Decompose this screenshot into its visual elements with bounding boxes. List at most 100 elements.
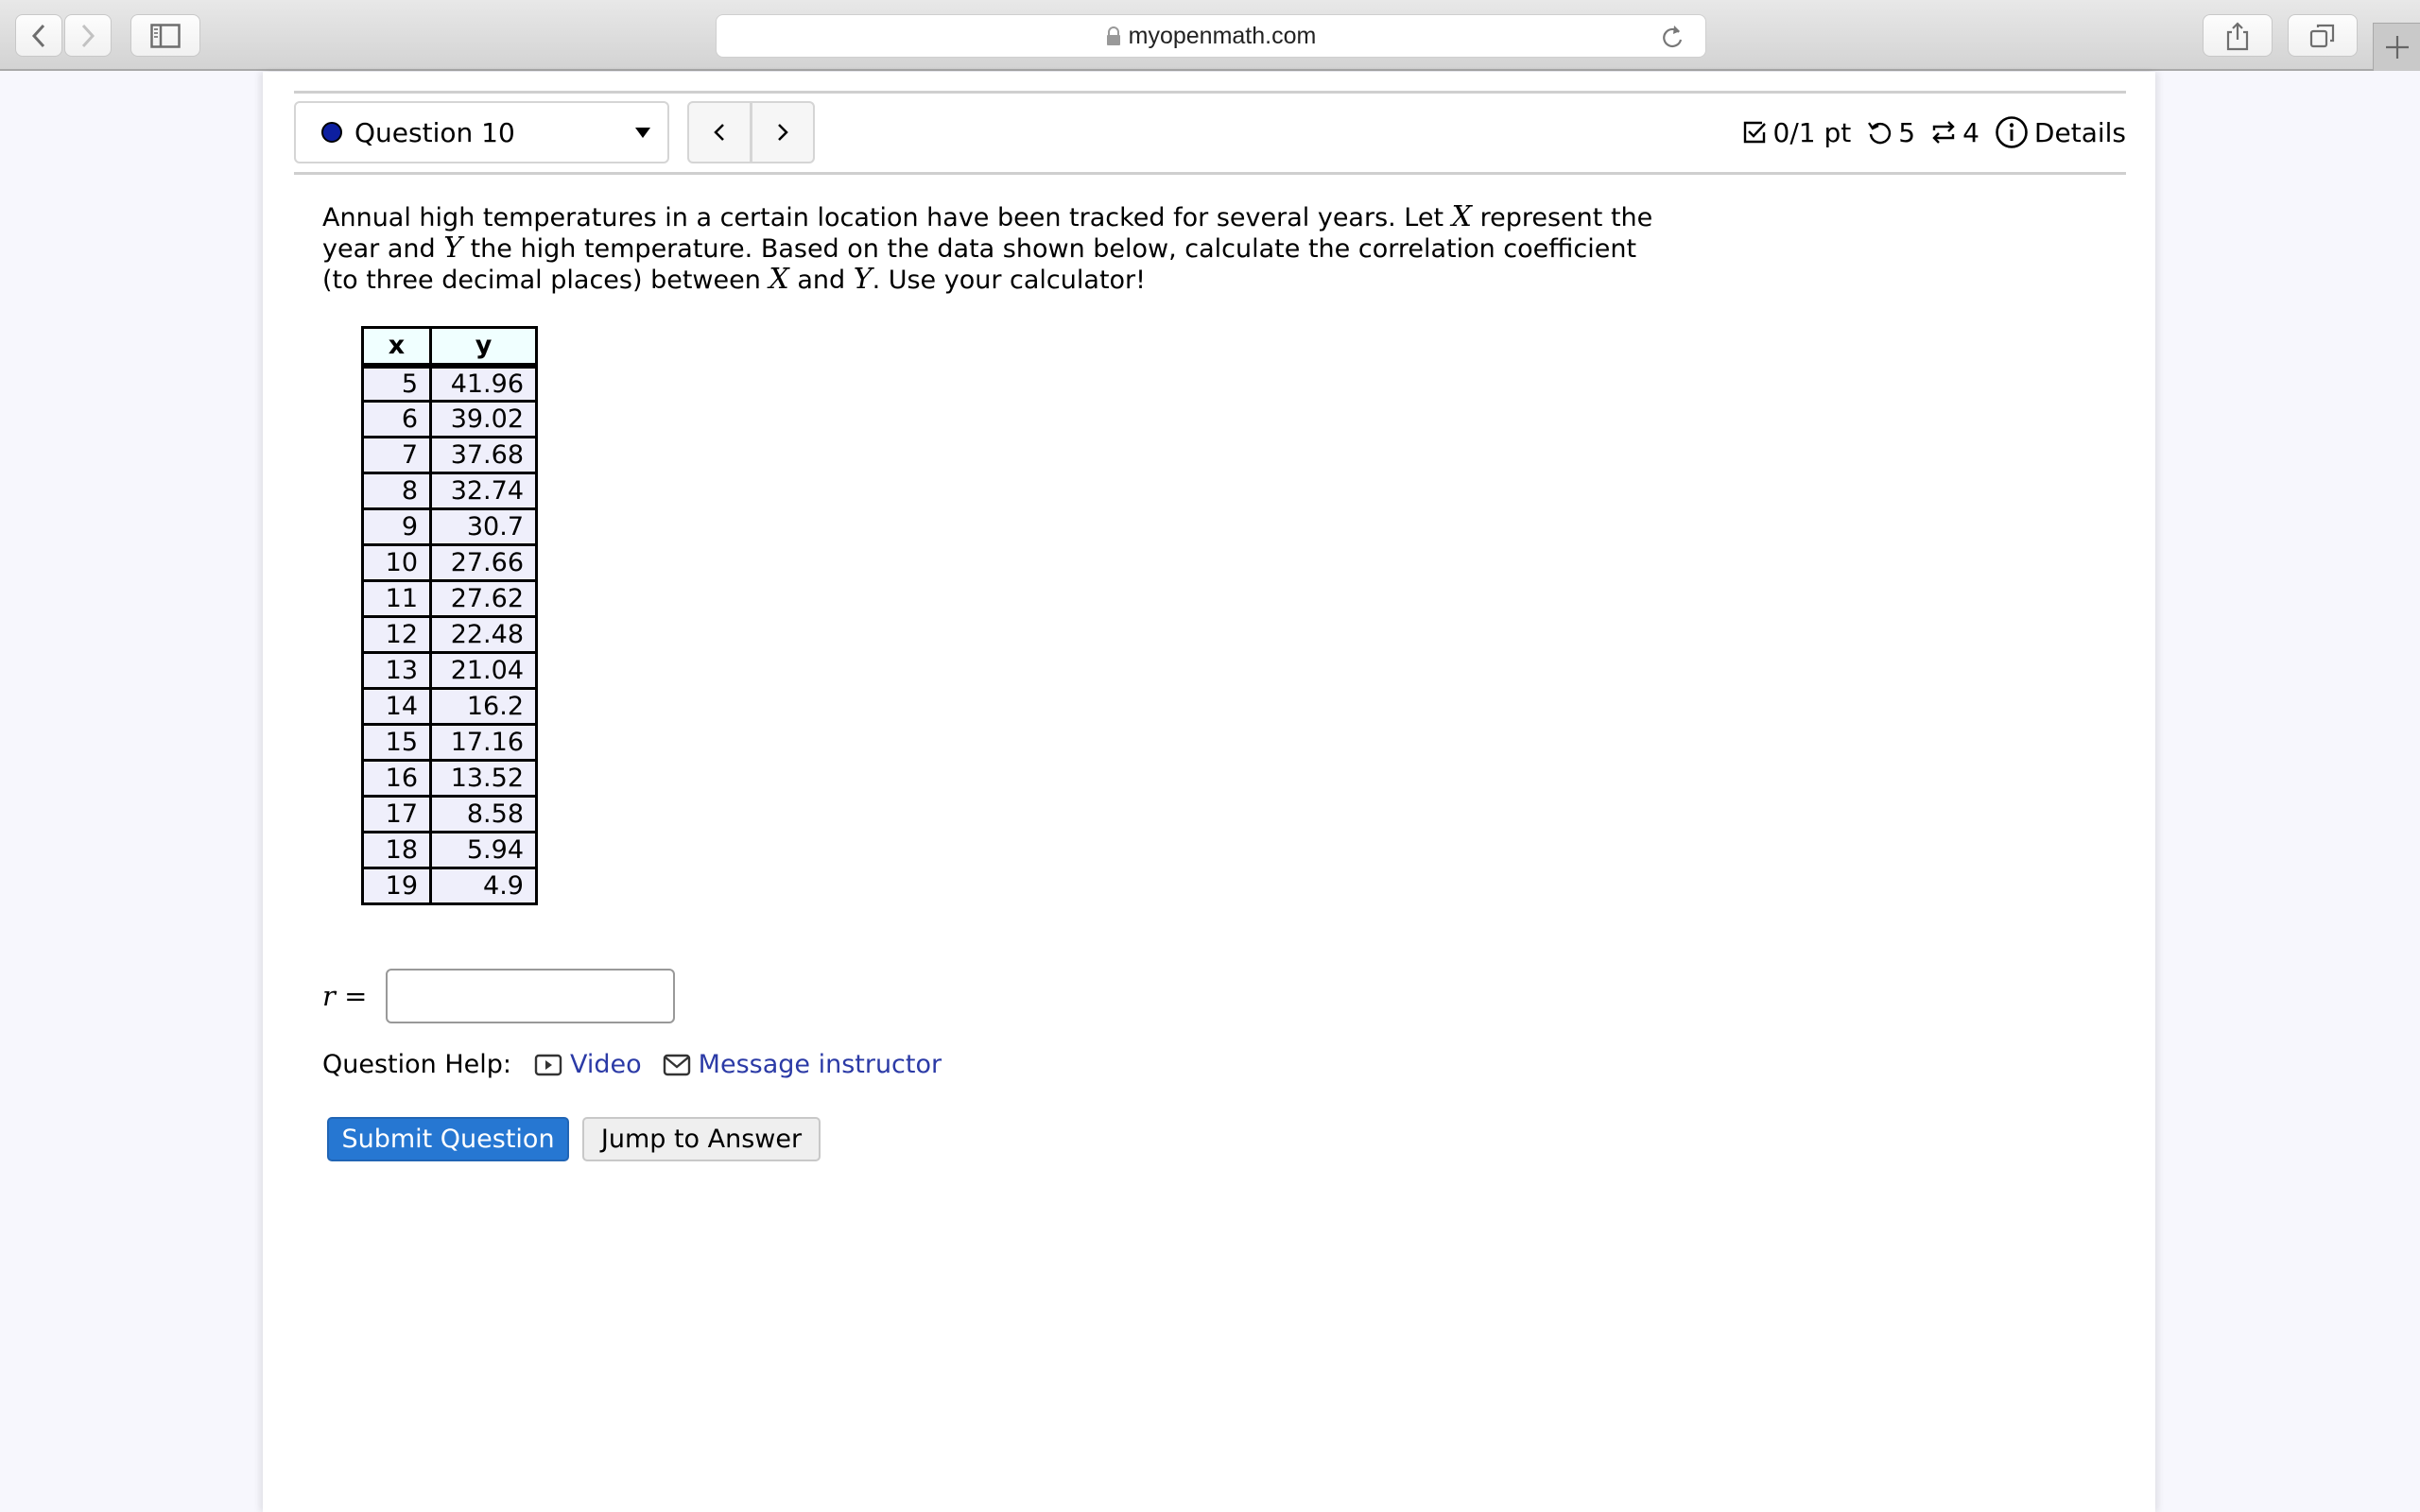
table-row: 18 5.94 [361, 831, 538, 869]
cell-y: 8.58 [429, 795, 538, 833]
cell-y: 21.04 [429, 651, 538, 690]
cell-y: 30.7 [429, 507, 538, 546]
checkbox-icon [1743, 121, 1766, 144]
score-indicator: 0/1 pt [1741, 116, 1852, 148]
cell-x: 14 [361, 687, 432, 726]
answer-label: r = [322, 980, 367, 1012]
question-select[interactable]: Question 10 [294, 101, 669, 163]
question-prompt: Annual high temperatures in a certain lo… [322, 202, 1665, 296]
question-status-dot [321, 122, 342, 143]
sidebar-icon [150, 23, 181, 48]
table-header-row: x y [361, 326, 538, 369]
back-icon [31, 24, 45, 47]
table-row: 16 13.52 [361, 759, 538, 798]
details-label: Details [2033, 116, 2126, 148]
cell-x: 18 [361, 831, 432, 869]
regenerate-icon [1932, 121, 1955, 144]
cell-x: 16 [361, 759, 432, 798]
table-row: 5 41.96 [361, 364, 538, 403]
math-variable: X [769, 263, 789, 296]
table-row: 7 37.68 [361, 436, 538, 474]
mail-icon [663, 1054, 690, 1075]
forward-button[interactable] [64, 14, 112, 57]
question-nav [687, 101, 815, 163]
table-row: 17 8.58 [361, 795, 538, 833]
question-help-label: Question Help: [322, 1050, 511, 1079]
cell-y: 22.48 [429, 615, 538, 654]
cell-y: 4.9 [429, 867, 538, 905]
reload-button[interactable] [1660, 23, 1685, 58]
reload-icon [1663, 26, 1683, 48]
details-button[interactable]: Details [1995, 115, 2126, 149]
retry-icon [1868, 122, 1892, 145]
cell-x: 12 [361, 615, 432, 654]
info-icon [1996, 116, 2028, 148]
math-variable: Y [443, 232, 463, 265]
table-row: 19 4.9 [361, 867, 538, 905]
jump-to-answer-button[interactable]: Jump to Answer [582, 1117, 821, 1161]
cell-y: 17.16 [429, 723, 538, 762]
prompt-text: and [788, 266, 854, 295]
address-bar[interactable]: myopenmath.com [716, 14, 1706, 58]
cell-x: 15 [361, 723, 432, 762]
column-header-y: y [429, 326, 538, 369]
cell-x: 8 [361, 472, 432, 510]
equals-sign: = [344, 980, 368, 1012]
new-tab-icon [2385, 36, 2409, 59]
cell-x: 13 [361, 651, 432, 690]
browser-toolbar: myopenmath.com [0, 0, 2420, 71]
cell-y: 5.94 [429, 831, 538, 869]
cell-y: 37.68 [429, 436, 538, 474]
cell-y: 13.52 [429, 759, 538, 798]
table-row: 10 27.66 [361, 543, 538, 582]
video-link[interactable]: Video [534, 1050, 642, 1079]
answer-variable: r [322, 980, 336, 1012]
cell-x: 19 [361, 867, 432, 905]
cell-y: 39.02 [429, 400, 538, 438]
retries-count: 5 [1898, 116, 1916, 148]
top-divider [294, 91, 2126, 94]
answer-input[interactable] [386, 969, 676, 1023]
cell-x: 7 [361, 436, 432, 474]
table-row: 15 17.16 [361, 723, 538, 762]
question-select-label: Question 10 [354, 116, 515, 148]
question-help: Question Help: Video Message instructor [322, 1050, 962, 1079]
math-variable: Y [853, 263, 873, 296]
sidebar-button[interactable] [130, 14, 200, 57]
next-question-button[interactable] [750, 103, 813, 162]
table-row: 8 32.74 [361, 472, 538, 510]
lock-icon [1106, 26, 1120, 45]
prev-question-button[interactable] [689, 103, 750, 162]
cell-x: 10 [361, 543, 432, 582]
share-button[interactable] [2203, 14, 2273, 57]
answer-row: r = [322, 969, 676, 1023]
cell-y: 32.74 [429, 472, 538, 510]
data-table: x y 5 41.96 6 39.02 7 37.68 8 32.74 9 30.7 10 27.66… [361, 326, 538, 905]
submit-question-button[interactable]: Submit Question [327, 1117, 569, 1161]
prompt-text: Annual high temperatures in a certain lo… [322, 203, 1452, 232]
header-divider [294, 172, 2126, 175]
table-row: 6 39.02 [361, 400, 538, 438]
message-instructor-link[interactable]: Message instructor [663, 1050, 942, 1079]
message-instructor-label: Message instructor [698, 1050, 942, 1079]
tabs-icon [2309, 24, 2335, 47]
new-tab-button[interactable] [2373, 23, 2420, 71]
cell-y: 16.2 [429, 687, 538, 726]
video-link-label: Video [570, 1050, 642, 1079]
chevron-right-icon [778, 124, 788, 141]
question-meta: 0/1 pt 5 4 Details [1726, 115, 2126, 149]
cell-y: 27.66 [429, 543, 538, 582]
table-row: 13 21.04 [361, 651, 538, 690]
cell-x: 5 [361, 364, 432, 403]
column-header-x: x [361, 326, 432, 369]
chevron-left-icon [714, 124, 724, 141]
cell-y: 27.62 [429, 579, 538, 618]
retries-indicator: 5 [1866, 117, 1915, 148]
math-variable: X [1451, 200, 1473, 233]
score-text: 0/1 pt [1772, 116, 1852, 148]
table-row: 11 27.62 [361, 579, 538, 618]
url-text: myopenmath.com [1128, 22, 1317, 49]
tabs-button[interactable] [2288, 14, 2358, 57]
back-button[interactable] [15, 14, 62, 57]
question-panel: Question 10 0/1 pt 5 4 Details Annual hi [263, 72, 2155, 1512]
